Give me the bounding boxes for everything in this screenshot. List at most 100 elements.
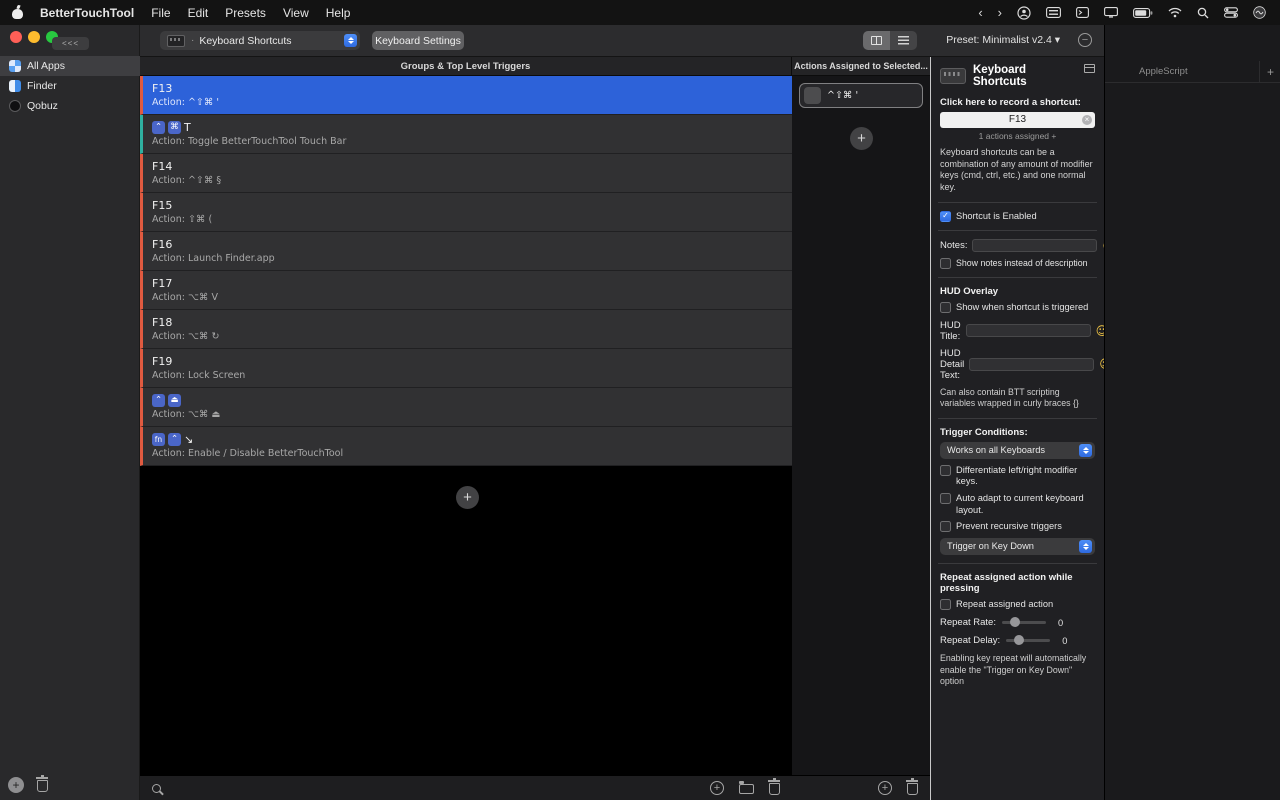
- checkbox-icon: [940, 302, 951, 314]
- trigger-row-ctrl-eject[interactable]: ⌃ ⏏ Action: ⌥⌘ ⏏: [140, 388, 792, 427]
- control-center-icon[interactable]: [1224, 7, 1238, 18]
- apple-menu-icon[interactable]: [12, 6, 23, 19]
- display-icon[interactable]: [1104, 7, 1118, 18]
- sidebar-item-qobuz[interactable]: Qobuz: [0, 96, 140, 116]
- battery-icon[interactable]: [1133, 7, 1153, 18]
- trigger-row-f17[interactable]: F17 Action: ⌥⌘ V: [140, 271, 792, 310]
- sidebar-item-all-apps[interactable]: All Apps: [0, 56, 140, 76]
- macos-menubar: BetterTouchTool File Edit Presets View H…: [0, 0, 1280, 25]
- modifier-badge-ctrl: ⌃: [168, 432, 181, 446]
- shortcut-enabled-checkbox[interactable]: ✓ Shortcut is Enabled: [940, 210, 1095, 223]
- list-view-icon: [898, 36, 909, 45]
- delete-trigger-icon[interactable]: [767, 778, 780, 795]
- trigger-type-select[interactable]: · Keyboard Shortcuts: [160, 31, 360, 50]
- hud-title-input[interactable]: [965, 324, 1091, 338]
- repeat-action-checkbox[interactable]: Repeat assigned action: [940, 598, 1095, 611]
- qobuz-icon: [9, 100, 21, 112]
- shortcut-recorder-field[interactable]: F13 ×: [940, 112, 1095, 128]
- keyboard-icon: [940, 68, 966, 84]
- modifier-badge-ctrl: ⌃: [152, 120, 165, 134]
- trigger-row-f14[interactable]: F14 Action: ^⇧⌘ §: [140, 154, 792, 193]
- hud-detail-input[interactable]: [969, 357, 1095, 371]
- sidebar-collapse-button[interactable]: <<<: [52, 37, 89, 50]
- close-window-button[interactable]: [10, 31, 22, 43]
- triggers-bottom-bar: +: [140, 775, 792, 800]
- repeat-delay-slider[interactable]: [1006, 635, 1051, 646]
- add-action-icon[interactable]: +: [878, 781, 892, 795]
- modifier-badge-fn: fn: [152, 432, 165, 446]
- trigger-row-f15[interactable]: F15 Action: ⇧⌘ (: [140, 193, 792, 232]
- trigger-timing-select[interactable]: Trigger on Key Down: [940, 537, 1095, 555]
- preset-selector[interactable]: Preset: Minimalist v2.4 ▾: [946, 34, 1060, 46]
- prevent-recursive-checkbox[interactable]: Prevent recursive triggers: [940, 521, 1095, 533]
- menu-edit[interactable]: Edit: [188, 6, 209, 20]
- terminal-icon[interactable]: [1076, 7, 1089, 18]
- window-toolbar: · Keyboard Shortcuts Keyboard Settings P…: [140, 25, 1104, 57]
- app-menu-title[interactable]: BetterTouchTool: [40, 6, 134, 20]
- minimize-window-button[interactable]: [28, 31, 40, 43]
- search-triggers-icon[interactable]: [152, 783, 161, 793]
- differentiate-modifiers-checkbox[interactable]: Differentiate left/right modifier keys.: [940, 464, 1095, 488]
- popup-arrows-icon: [344, 34, 357, 47]
- checkbox-checked-icon: ✓: [940, 210, 951, 222]
- columns-view-button[interactable]: [863, 31, 890, 50]
- trigger-row-touchbar-toggle[interactable]: ⌃ ⌘ T Action: Toggle BetterTouchTool Tou…: [140, 115, 792, 154]
- keyboard-mini-icon: [167, 34, 185, 47]
- siri-icon[interactable]: [1253, 6, 1266, 19]
- trigger-row-f16[interactable]: F16 Action: Launch Finder.app: [140, 232, 792, 271]
- add-action-button[interactable]: +: [850, 127, 873, 150]
- repeat-delay-value: 0: [1062, 635, 1068, 646]
- slider-knob[interactable]: [1009, 617, 1020, 628]
- finder-icon: [9, 80, 21, 92]
- trigger-row-f13[interactable]: F13 Action: ^⇧⌘ ': [140, 76, 792, 115]
- search-icon[interactable]: [1197, 7, 1209, 19]
- add-trigger-icon[interactable]: +: [710, 781, 724, 795]
- columns-view-icon: [871, 36, 882, 45]
- wifi-icon[interactable]: [1168, 7, 1182, 18]
- user-icon[interactable]: [1017, 5, 1031, 20]
- all-apps-icon: [9, 60, 21, 72]
- hud-detail-label: HUD Detail Text:: [940, 347, 965, 381]
- slider-knob[interactable]: [1014, 635, 1025, 646]
- record-shortcut-label: Click here to record a shortcut:: [940, 97, 1081, 108]
- keyboards-condition-select[interactable]: Works on all Keyboards: [940, 441, 1095, 459]
- menu-help[interactable]: Help: [326, 6, 351, 20]
- hud-show-checkbox[interactable]: Show when shortcut is triggered: [940, 302, 1095, 314]
- add-app-button[interactable]: +: [8, 777, 24, 793]
- view-mode-segmented-control: [863, 31, 917, 50]
- add-group-folder-icon[interactable]: [739, 781, 754, 794]
- add-trigger-button[interactable]: +: [456, 486, 479, 509]
- clear-shortcut-icon[interactable]: ×: [1082, 115, 1092, 125]
- checkbox-icon: [940, 464, 951, 476]
- trigger-row-f18[interactable]: F18 Action: ⌥⌘ ↻: [140, 310, 792, 349]
- trigger-row-fn-ctrl[interactable]: fn ⌃ ↘ Action: Enable / Disable BetterTo…: [140, 427, 792, 466]
- auto-adapt-layout-checkbox[interactable]: Auto adapt to current keyboard layout.: [940, 493, 1095, 516]
- hud-hint: Can also contain BTT scripting variables…: [940, 386, 1079, 409]
- popup-arrows-icon: [1079, 539, 1092, 553]
- keyboard-icon[interactable]: [1046, 7, 1061, 18]
- sidebar-item-finder[interactable]: Finder: [0, 76, 140, 96]
- trigger-inspector-panel: Keyboard Shortcuts Click here to record …: [930, 57, 1115, 800]
- notes-input[interactable]: [972, 239, 1098, 253]
- modifier-badge-cmd: ⌘: [168, 120, 181, 134]
- menu-view[interactable]: View: [283, 6, 309, 20]
- list-view-button[interactable]: [890, 31, 917, 50]
- assigned-action-item[interactable]: ^⇧⌘ ': [799, 83, 923, 108]
- trigger-row-f19[interactable]: F19 Action: Lock Screen: [140, 349, 792, 388]
- tab-applescript[interactable]: AppleScript: [1139, 66, 1188, 77]
- chevron-right-icon[interactable]: ›: [998, 5, 1002, 20]
- menu-presets[interactable]: Presets: [225, 6, 266, 20]
- delete-action-icon[interactable]: [905, 778, 918, 795]
- actions-assigned-label[interactable]: 1 actions assigned +: [940, 131, 1095, 141]
- show-notes-checkbox[interactable]: Show notes instead of description: [940, 258, 1095, 270]
- chevron-left-icon[interactable]: ‹: [978, 5, 982, 20]
- keyboard-settings-button[interactable]: Keyboard Settings: [372, 31, 464, 50]
- remove-preset-button[interactable]: −: [1078, 33, 1092, 47]
- repeat-rate-slider[interactable]: [1001, 617, 1046, 628]
- add-tab-button[interactable]: +: [1259, 60, 1280, 83]
- detach-window-icon[interactable]: [1084, 64, 1095, 73]
- trigger-conditions-title: Trigger Conditions:: [940, 426, 1028, 438]
- app-sidebar: <<< All Apps Finder Qobuz +: [0, 25, 140, 800]
- delete-app-icon[interactable]: [35, 775, 48, 792]
- menu-file[interactable]: File: [151, 6, 170, 20]
